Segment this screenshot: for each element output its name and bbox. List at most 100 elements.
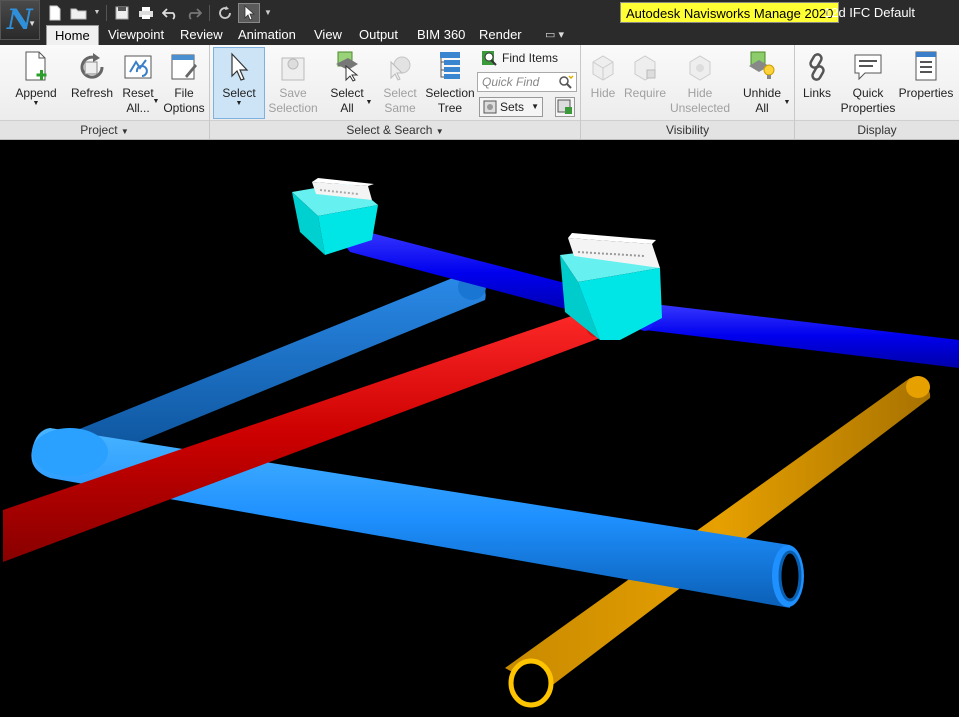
hide-button[interactable]: Hide [585,48,621,101]
save-selection-button[interactable]: Save Selection [267,48,319,116]
select-search-panel-title[interactable]: Select & Search ▼ [210,120,580,139]
customize-toolbar-button[interactable]: ▼ [262,3,274,23]
properties-button[interactable]: Properties [897,48,955,101]
dark-blue-pipe-right[interactable] [640,303,959,368]
title-bar: N ▼ ▼ ▼ Autodesk Navisworks Manage 2020 … [0,0,959,41]
save-selection-icon [281,57,305,81]
printer-icon [139,6,153,19]
undo-button[interactable] [159,3,181,23]
separator [209,4,210,21]
file-name-label: 12d IFC Default Export.ifc [824,5,916,41]
redo-button[interactable] [183,3,205,23]
ribbon-tab-bar: Home Viewpoint Review Animation View Out… [0,25,959,45]
orange-pipe-far-end[interactable] [906,376,930,398]
new-file-button[interactable] [44,3,66,23]
product-name-label: Autodesk Navisworks Manage 2020 [620,2,840,23]
light-blue-pipe-near-opening[interactable] [778,550,802,602]
sets-dropdown[interactable]: Sets ▼ [479,97,543,117]
select-button[interactable]: Select ▼ [213,47,265,119]
chevron-down-icon: ▼ [28,19,36,28]
unhide-all-dropdown-button[interactable]: ▼ [783,95,791,110]
visibility-panel-title: Visibility [581,120,794,139]
ribbon: Append ▼ Refresh Reset All... ▼ File Opt… [0,45,959,140]
quick-access-toolbar: ▼ ▼ [44,2,274,23]
quick-properties-button[interactable]: Quick Properties [839,48,897,116]
selection-tree-label-line1: Selection [425,86,475,100]
display-panel-title: Display [795,120,959,139]
append-button[interactable]: Append ▼ [10,48,62,107]
open-dropdown-button[interactable]: ▼ [92,3,102,23]
require-button[interactable]: Require [623,48,667,101]
chevron-down-icon: ▼ [365,99,373,106]
selection-tree-label-line2: Tree [437,101,463,115]
links-label: Links [802,86,831,100]
select-same-label-line2: Same [384,101,416,115]
refresh-button[interactable]: Refresh [68,48,116,101]
unhide-all-button[interactable]: Unhide All [739,48,785,116]
select-search-panel-title-text: Select & Search [346,123,433,137]
refresh-label: Refresh [70,86,114,100]
select-all-dropdown-button[interactable]: ▼ [365,95,373,110]
tab-viewpoint[interactable]: Viewpoint [104,25,168,45]
file-options-button[interactable]: File Options [162,48,206,116]
light-blue-pipe-elbow[interactable] [32,428,108,476]
quick-properties-icon [854,54,882,81]
find-items-button[interactable]: Find Items [480,48,558,68]
select-all-icon [336,51,359,82]
tab-bim360[interactable]: BIM 360 [413,25,469,45]
unhide-all-label-line2: All [755,101,769,115]
reset-dropdown-button[interactable]: ▼ [152,94,160,109]
require-icon [634,55,656,81]
hide-unselected-label-line1: Hide [687,86,713,100]
scene-render[interactable] [3,143,959,717]
chevron-down-icon: ▼ [93,9,101,16]
sets-icon [483,100,497,114]
select-all-label-line2: All [340,101,354,115]
quick-properties-label-line2: Properties [840,101,896,115]
select-same-icon [390,56,411,81]
manage-sets-button[interactable] [555,97,575,117]
hide-label: Hide [590,86,616,100]
application-menu-button[interactable]: N ▼ [0,0,40,40]
chevron-down-icon: ▼ [32,100,40,107]
undo-icon [162,7,176,20]
chevron-down-icon: ▼ [120,127,129,136]
selection-tree-button[interactable]: Selection Tree [424,48,476,116]
open-file-button[interactable] [68,3,90,23]
quick-find-input[interactable]: Quick Find [477,72,577,92]
quick-find-search-icon[interactable] [558,74,574,95]
manage-sets-icon [557,99,572,114]
visibility-panel: Hide Require Hide Unselected Unhide All … [581,45,795,139]
save-selection-label-line2: Selection [268,101,318,115]
tab-review[interactable]: Review [176,25,227,45]
scene-viewport[interactable] [3,143,959,717]
save-button[interactable] [111,3,133,23]
ribbon-options-button[interactable]: ▭ ▾ [545,28,564,41]
tab-home[interactable]: Home [46,25,99,45]
select-all-button[interactable]: Select All [325,48,369,116]
tab-animation[interactable]: Animation [234,25,300,45]
print-button[interactable] [135,3,157,23]
orange-pipe-end[interactable] [508,658,554,708]
tab-render[interactable]: Render [475,25,526,45]
tab-output[interactable]: Output [355,25,402,45]
reset-model-icon [124,55,152,79]
file-options-icon [171,54,197,80]
links-button[interactable]: Links [799,48,835,101]
chain-link-icon [809,53,825,81]
hide-unselected-button[interactable]: Hide Unselected [669,48,731,116]
select-all-label-line1: Select [330,86,364,100]
cursor-arrow-icon [231,52,249,81]
select-search-panel: Select ▼ Save Selection Select All ▼ Sel… [210,45,581,139]
chevron-down-icon: ▼ [152,98,160,105]
select-mode-button[interactable] [238,2,260,23]
hide-unselected-label-line2: Unselected [669,101,731,115]
light-blue-pipe-near[interactable] [31,428,790,608]
project-panel-title[interactable]: Project ▼ [0,120,209,139]
select-same-label-line1: Select [383,86,417,100]
append-label: Append [15,86,57,100]
refresh-button[interactable] [214,3,236,23]
tab-view[interactable]: View [310,25,346,45]
find-items-icon [482,51,497,66]
select-same-button[interactable]: Select Same [378,48,422,116]
